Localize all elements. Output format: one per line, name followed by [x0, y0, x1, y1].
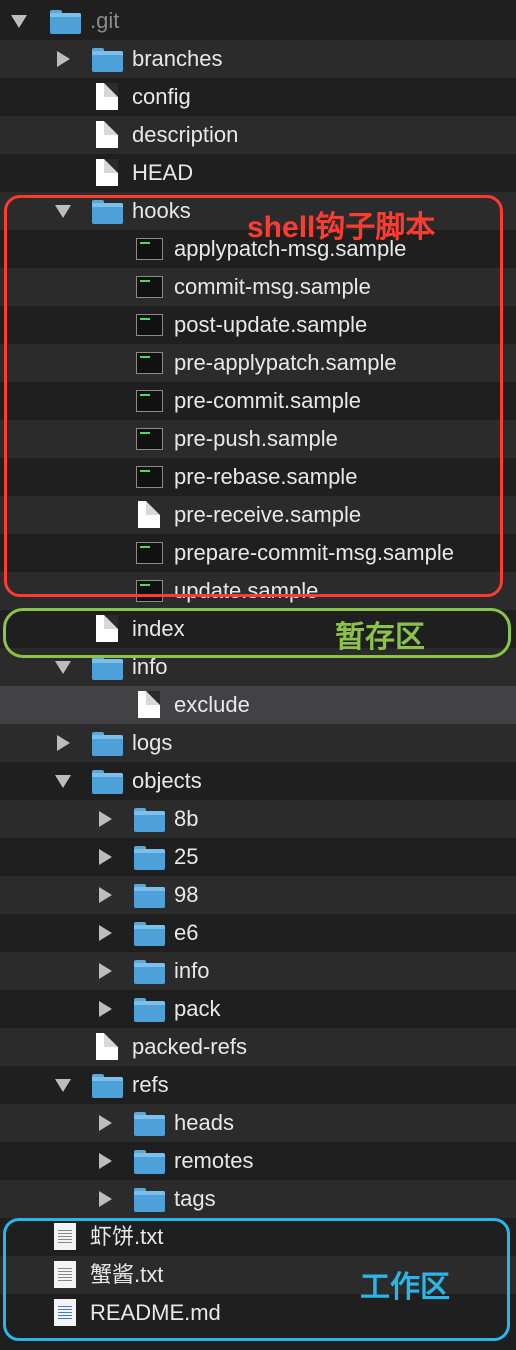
disclosure-closed-icon[interactable] [99, 1153, 112, 1169]
tree-item-label: objects [132, 768, 202, 793]
tree-item-label: info [174, 958, 210, 983]
folder-icon [92, 770, 123, 794]
folder-icon [134, 922, 165, 946]
tree-row-heads[interactable]: heads [0, 1104, 516, 1142]
staging-annotation: 暂存区 [335, 621, 425, 654]
tree-item-label: .git [90, 8, 120, 33]
disclosure-closed-icon[interactable] [99, 1115, 112, 1131]
disclosure-open-icon[interactable] [55, 661, 71, 674]
tree-row-e6[interactable]: e6 [0, 914, 516, 952]
folder-icon [50, 10, 81, 34]
tree-item-label: e6 [174, 920, 199, 945]
tree-row-head[interactable]: HEAD [0, 154, 516, 192]
folder-icon [92, 732, 123, 756]
folder-icon [134, 1150, 165, 1174]
tree-row-refs[interactable]: refs [0, 1066, 516, 1104]
hooks-annotation: shell钩子脚本 [247, 211, 436, 244]
folder-icon [134, 960, 165, 984]
tree-row-branches[interactable]: branches [0, 40, 516, 78]
document-icon [96, 1033, 118, 1060]
tree-item-label: branches [132, 46, 223, 71]
tree-row-logs[interactable]: logs [0, 724, 516, 762]
disclosure-closed-icon[interactable] [99, 1001, 112, 1017]
tree-row-pack[interactable]: pack [0, 990, 516, 1028]
tree-item-label: refs [132, 1072, 169, 1097]
disclosure-closed-icon[interactable] [99, 1191, 112, 1207]
document-icon [96, 83, 118, 110]
tree-item-label: heads [174, 1110, 234, 1135]
folder-icon [134, 998, 165, 1022]
tree-item-label: remotes [174, 1148, 254, 1173]
disclosure-open-icon[interactable] [11, 15, 27, 28]
disclosure-closed-icon[interactable] [99, 887, 112, 903]
folder-icon [134, 808, 165, 832]
tree-row-info[interactable]: info [0, 952, 516, 990]
tree-row-8b[interactable]: 8b [0, 800, 516, 838]
folder-icon [134, 1188, 165, 1212]
tree-item-label: pack [174, 996, 221, 1021]
disclosure-closed-icon[interactable] [99, 963, 112, 979]
folder-icon [134, 1112, 165, 1136]
tree-row-objects[interactable]: objects [0, 762, 516, 800]
disclosure-closed-icon[interactable] [99, 849, 112, 865]
folder-icon [134, 846, 165, 870]
tree-row-packed-refs[interactable]: packed-refs [0, 1028, 516, 1066]
tree-row-git[interactable]: .git [0, 2, 516, 40]
disclosure-closed-icon[interactable] [99, 925, 112, 941]
folder-icon [92, 48, 123, 72]
tree-item-label: exclude [174, 692, 250, 717]
disclosure-closed-icon[interactable] [57, 735, 70, 751]
tree-item-label: 8b [174, 806, 199, 831]
tree-item-label: logs [132, 730, 173, 755]
tree-item-label: packed-refs [132, 1034, 247, 1059]
disclosure-closed-icon[interactable] [57, 51, 70, 67]
disclosure-open-icon[interactable] [55, 775, 71, 788]
tree-row-config[interactable]: config [0, 78, 516, 116]
folder-icon [92, 1074, 123, 1098]
tree-row-remotes[interactable]: remotes [0, 1142, 516, 1180]
tree-item-label: HEAD [132, 160, 194, 185]
disclosure-closed-icon[interactable] [99, 811, 112, 827]
document-icon [96, 159, 118, 186]
tree-row-tags[interactable]: tags [0, 1180, 516, 1218]
tree-item-label: description [132, 122, 239, 147]
folder-icon [134, 884, 165, 908]
disclosure-open-icon[interactable] [55, 1079, 71, 1092]
working-annotation: 工作区 [360, 1271, 450, 1304]
staging-highlight-box [3, 608, 511, 658]
tree-row-exclude[interactable]: exclude [0, 686, 516, 724]
hooks-highlight-box [4, 195, 503, 597]
document-icon [96, 121, 118, 148]
tree-row-25[interactable]: 25 [0, 838, 516, 876]
tree-item-label: tags [174, 1186, 216, 1211]
tree-item-label: config [132, 84, 191, 109]
tree-item-label: 98 [174, 882, 199, 907]
document-icon [138, 691, 160, 718]
tree-item-label: 25 [174, 844, 199, 869]
folder-icon [92, 656, 123, 680]
tree-row-98[interactable]: 98 [0, 876, 516, 914]
tree-row-description[interactable]: description [0, 116, 516, 154]
